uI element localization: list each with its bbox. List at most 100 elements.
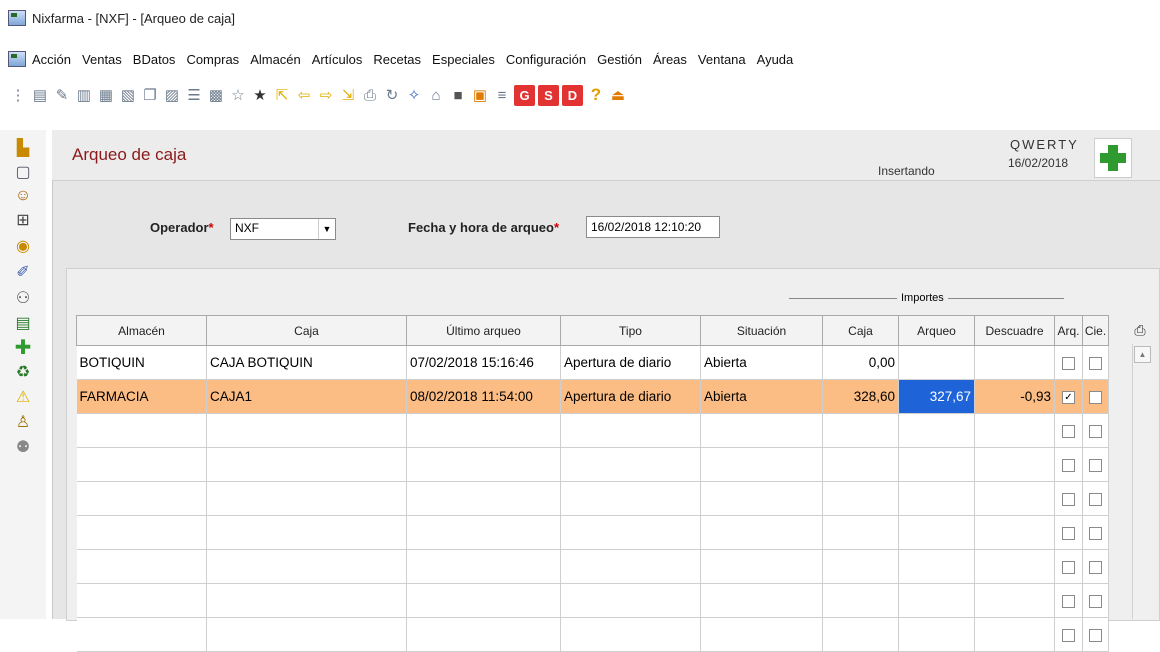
table-row[interactable]: FARMACIA CAJA1 08/02/2018 11:54:00 Apert…: [76, 379, 1109, 414]
arq-checkbox[interactable]: [1062, 526, 1075, 540]
menu-ventana[interactable]: Ventana: [698, 52, 746, 67]
empty-cell[interactable]: [700, 413, 823, 448]
cie-checkbox[interactable]: [1089, 628, 1102, 642]
home-icon[interactable]: ⌂: [426, 85, 446, 105]
col-arqueo[interactable]: Arqueo: [898, 315, 975, 346]
empty-cell[interactable]: [560, 515, 701, 550]
cell-importe-caja[interactable]: 328,60: [822, 379, 899, 414]
table-row[interactable]: [76, 481, 1109, 516]
empty-cell[interactable]: [206, 515, 407, 550]
empty-cell[interactable]: [206, 617, 407, 652]
empty-cell[interactable]: [560, 447, 701, 482]
d-button[interactable]: D: [562, 84, 583, 106]
cell-almacen[interactable]: BOTIQUIN: [76, 345, 207, 380]
empty-cell[interactable]: [406, 447, 561, 482]
pharmacy-cross-icon[interactable]: ✚: [13, 337, 33, 359]
cie-checkbox[interactable]: [1089, 356, 1102, 370]
empty-cell[interactable]: [76, 515, 207, 550]
cie-checkbox[interactable]: [1089, 458, 1102, 472]
empty-cell[interactable]: [560, 413, 701, 448]
col-cie[interactable]: Cie.: [1082, 315, 1109, 346]
empty-cell[interactable]: [822, 617, 899, 652]
register-icon[interactable]: ▤: [13, 313, 33, 333]
empty-cell[interactable]: [898, 447, 975, 482]
empty-cell[interactable]: [974, 515, 1055, 550]
arq-checkbox[interactable]: ✓: [1062, 390, 1075, 404]
empty-cell[interactable]: [206, 549, 407, 584]
empty-cell[interactable]: [560, 481, 701, 516]
operador-select[interactable]: NXF ▼: [230, 218, 336, 240]
col-ultimo-arqueo[interactable]: Último arqueo: [406, 315, 561, 346]
recycle-icon[interactable]: ♻: [13, 362, 33, 382]
empty-cell[interactable]: [898, 515, 975, 550]
menu-lines-icon[interactable]: ≡: [492, 85, 512, 105]
cie-checkbox[interactable]: [1089, 424, 1102, 438]
col-arq[interactable]: Arq.: [1054, 315, 1083, 346]
empty-cell[interactable]: [560, 617, 701, 652]
cash-register-icon[interactable]: ▙: [13, 138, 33, 158]
empty-cell[interactable]: [700, 515, 823, 550]
person-icon[interactable]: ♙: [13, 412, 33, 432]
empty-cell[interactable]: [76, 549, 207, 584]
arrow-left-icon[interactable]: ⇦: [294, 85, 314, 105]
help-button[interactable]: ?: [586, 85, 606, 105]
empty-cell[interactable]: [974, 617, 1055, 652]
empty-cell[interactable]: [76, 583, 207, 618]
empty-cell[interactable]: [560, 549, 701, 584]
cell-arqueo[interactable]: [898, 345, 975, 380]
cie-checkbox[interactable]: [1089, 492, 1102, 506]
table-row[interactable]: BOTIQUIN CAJA BOTIQUIN 07/02/2018 15:16:…: [76, 345, 1109, 380]
table-row[interactable]: [76, 413, 1109, 448]
empty-cell[interactable]: [206, 413, 407, 448]
empty-cell[interactable]: [206, 481, 407, 516]
arq-checkbox[interactable]: [1062, 560, 1075, 574]
empty-cell[interactable]: [700, 583, 823, 618]
print-grid-icon[interactable]: ⎙: [1130, 316, 1150, 344]
menu-ventas[interactable]: Ventas: [82, 52, 122, 67]
col-tipo[interactable]: Tipo: [560, 315, 701, 346]
col-situacion[interactable]: Situación: [700, 315, 823, 346]
book-icon[interactable]: ▦: [96, 85, 116, 105]
group-icon[interactable]: ⚉: [13, 437, 33, 457]
menu-configuracion[interactable]: Configuración: [506, 52, 586, 67]
table-row[interactable]: [76, 447, 1109, 482]
col-descuadre[interactable]: Descuadre: [974, 315, 1055, 346]
empty-cell[interactable]: [898, 549, 975, 584]
empty-cell[interactable]: [974, 549, 1055, 584]
pharmacist-icon[interactable]: ☺: [13, 186, 33, 206]
empty-cell[interactable]: [406, 617, 561, 652]
grid-scrollbar[interactable]: ▲: [1132, 344, 1151, 619]
chevron-down-icon[interactable]: ▼: [318, 219, 335, 239]
cell-importe-caja[interactable]: 0,00: [822, 345, 899, 380]
magic-wand-icon[interactable]: ✧: [404, 85, 424, 105]
empty-cell[interactable]: [700, 447, 823, 482]
menu-ayuda[interactable]: Ayuda: [757, 52, 794, 67]
menu-almacen[interactable]: Almacén: [250, 52, 301, 67]
empty-cell[interactable]: [898, 413, 975, 448]
cell-tipo[interactable]: Apertura de diario: [560, 379, 701, 414]
col-caja[interactable]: Caja: [206, 315, 407, 346]
empty-cell[interactable]: [898, 617, 975, 652]
col-importe-caja[interactable]: Caja: [822, 315, 899, 346]
empty-cell[interactable]: [406, 549, 561, 584]
empty-cell[interactable]: [406, 515, 561, 550]
export-icon[interactable]: ⇱: [272, 85, 292, 105]
star-outline-icon[interactable]: ☆: [228, 85, 248, 105]
table-row[interactable]: [76, 617, 1109, 652]
empty-cell[interactable]: [974, 413, 1055, 448]
empty-cell[interactable]: [206, 583, 407, 618]
cell-caja[interactable]: CAJA BOTIQUIN: [206, 345, 407, 380]
users-icon[interactable]: ⚇: [13, 288, 33, 308]
fecha-input[interactable]: 16/02/2018 12:10:20: [586, 216, 720, 238]
cell-descuadre[interactable]: -0,93: [974, 379, 1055, 414]
arrow-right-icon[interactable]: ⇨: [316, 85, 336, 105]
stop-icon[interactable]: ■: [448, 85, 468, 105]
col-almacen[interactable]: Almacén: [76, 315, 207, 346]
empty-cell[interactable]: [822, 549, 899, 584]
table-row[interactable]: [76, 549, 1109, 584]
menu-accion[interactable]: Acción: [32, 52, 71, 67]
menu-compras[interactable]: Compras: [186, 52, 239, 67]
empty-cell[interactable]: [406, 583, 561, 618]
document-icon[interactable]: ▤: [30, 85, 50, 105]
cell-arqueo[interactable]: 327,67: [898, 379, 975, 414]
